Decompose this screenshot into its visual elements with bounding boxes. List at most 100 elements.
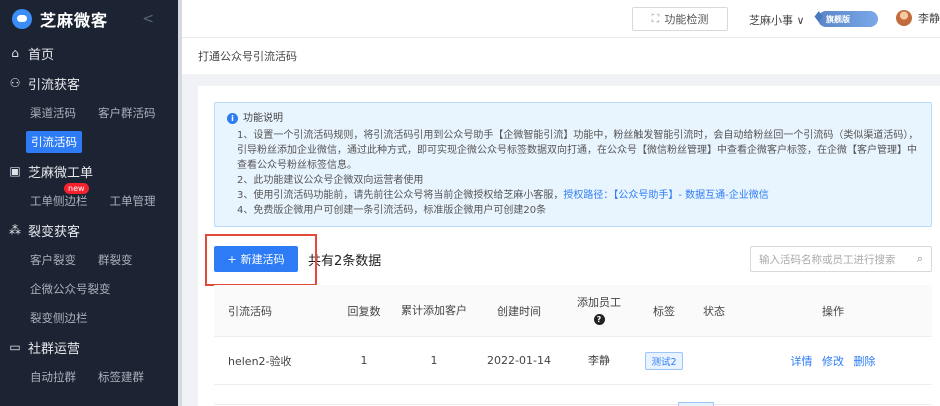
info-icon: i (227, 113, 238, 124)
notice-title: 功能说明 (243, 113, 283, 124)
search-icon[interactable]: ⌕ (917, 252, 923, 266)
menu-item-fission-sidebar[interactable]: 裂变侧边栏 (30, 310, 88, 326)
menu-label: 芝麻微工单 (28, 165, 94, 181)
home-icon: ⌂ (11, 46, 19, 60)
user-name: 李静 (918, 12, 940, 25)
cell-tag: 测试2 (634, 351, 694, 370)
breadcrumb: 打通公众号引流活码 (182, 38, 940, 74)
new-code-button[interactable]: + 新建活码 (214, 246, 298, 272)
col-created: 创建时间 (497, 304, 541, 318)
col-tag: 标签 (653, 304, 675, 318)
col-staff-label: 添加员工 (577, 295, 621, 309)
cell-created: 2022-01-14 (487, 354, 551, 367)
menu-item-ticket-manage[interactable]: 工单管理 (110, 193, 156, 209)
notice-line-2: 2、此功能建议公众号企微双向运营者使用 (237, 175, 424, 186)
menu-item-ticket-sidebar[interactable]: 工单侧边栏 new (30, 182, 89, 209)
menu-item-home[interactable]: ⌂ 首页 (8, 38, 178, 68)
tag-badge: 测试2 (645, 351, 683, 370)
menu-label: 首页 (28, 47, 55, 63)
community-icon: ▭ (9, 340, 21, 354)
menu-head-ticket[interactable]: ▣ 芝麻微工单 (8, 156, 178, 186)
info-notice: i 功能说明 1、设置一个引流活码规则，将引流活码引用到公众号助手【企微智能引流… (214, 102, 932, 227)
cell-replies: 1 (360, 354, 368, 367)
search-input[interactable]: 输入活码名称或员工进行搜索 ⌕ (750, 246, 932, 272)
ticket-icon: ▣ (9, 164, 21, 178)
menu-item-auto-group[interactable]: 自动拉群 (30, 369, 76, 385)
menu-row: 引流活码 (8, 127, 178, 156)
user-icon: ⚇ (9, 76, 21, 90)
menu-item-lead-code[interactable]: 引流活码 (26, 130, 82, 153)
menu-group-ticket: ▣ 芝麻微工单 工单侧边栏 new 工单管理 (0, 156, 178, 215)
logo-text: 芝麻微客 (40, 11, 109, 30)
main-card: i 功能说明 1、设置一个引流活码规则，将引流活码引用到公众号助手【企微智能引流… (198, 86, 940, 406)
org-select[interactable]: 芝麻小事 ∨ (749, 12, 805, 28)
menu-item-channel-code[interactable]: 渠道活码 (30, 105, 76, 121)
fission-icon: ⁂ (9, 223, 21, 237)
logo-icon (12, 9, 32, 29)
menu-item-group-code[interactable]: 客户群活码 (98, 105, 156, 121)
topbar: ⛶ 功能检测 芝麻小事 ∨ 旗舰版 李静 (182, 0, 940, 38)
col-ops: 操作 (822, 304, 844, 318)
menu-item-customer-fission[interactable]: 客户裂变 (30, 252, 76, 268)
col-name: 引流活码 (228, 304, 272, 318)
menu-label: 引流获客 (28, 77, 81, 93)
new-badge: new (64, 182, 89, 194)
table-row (214, 385, 932, 405)
menu-group-community: ▭ 社群运营 自动拉群 标签建群 (0, 332, 178, 391)
col-replies: 回复数 (347, 304, 381, 318)
menu-group-home: ⌂ 首页 (0, 38, 178, 68)
function-detect-button[interactable]: ⛶ 功能检测 (632, 7, 728, 31)
vip-badge: 旗舰版 (812, 8, 878, 27)
sidebar: 芝麻微客 < ⌂ 首页 ⚇ 引流获客 渠道活码 客户群活码 引流活码 ▣ 芝麻微… (0, 0, 178, 406)
avatar (896, 10, 912, 26)
detect-label: 功能检测 (664, 13, 709, 26)
col-added: 累计添加客户 (401, 303, 467, 317)
plus-icon: + (227, 252, 237, 266)
menu-head-lead[interactable]: ⚇ 引流获客 (8, 68, 178, 98)
table-header: 引流活码 回复数 累计添加客户 创建时间 添加员工 ? 标签 状态 操作 (214, 285, 932, 337)
search-placeholder: 输入活码名称或员工进行搜索 (759, 253, 896, 266)
menu-item-official-fission[interactable]: 企微公众号裂变 (30, 281, 111, 297)
auth-path-link[interactable]: 授权路径：【公众号助手】- 数据互通-企业微信 (563, 190, 768, 201)
toolbar: + 新建活码 共有2条数据 输入活码名称或员工进行搜索 ⌕ (205, 234, 932, 286)
delete-link[interactable]: 删除 (854, 355, 876, 368)
menu-row: 企微公众号裂变 (8, 274, 178, 303)
cell-ops: 详情 修改 删除 (734, 353, 932, 369)
question-icon[interactable]: ? (593, 313, 605, 325)
menu-head-fission[interactable]: ⁂ 裂变获客 (8, 215, 178, 245)
menu-item-tag-group[interactable]: 标签建群 (98, 369, 144, 385)
tag-badge (678, 402, 714, 406)
collapse-sidebar-icon[interactable]: < (142, 11, 154, 27)
codes-table: 引流活码 回复数 累计添加客户 创建时间 添加员工 ? 标签 状态 操作 hel… (214, 285, 932, 406)
notice-line-1: 1、设置一个引流活码规则，将引流活码引用到公众号助手【企微智能引流】功能中，粉丝… (237, 130, 919, 171)
menu-label: 裂变获客 (28, 224, 81, 240)
notice-line-4: 4、免费版企微用户可创建一条引流活码，标准版企微用户可创建20条 (237, 205, 547, 216)
cell-staff: 李静 (588, 353, 610, 367)
new-code-label: 新建活码 (240, 253, 285, 266)
page-title: 打通公众号引流活码 (198, 50, 297, 63)
col-staff: 添加员工 ? (564, 295, 634, 327)
notice-line-3: 3、使用引流活码功能前，请先前往公众号将当前企微授权给芝麻小客服，授权路径：【公… (227, 188, 921, 203)
cell-added: 1 (430, 353, 438, 367)
detail-link[interactable]: 详情 (791, 355, 813, 368)
menu-row: 自动拉群 标签建群 (8, 362, 178, 391)
menu-label: 工单侧边栏 (30, 193, 88, 208)
cell-name: helen2-验收 (228, 354, 292, 368)
menu-row: 裂变侧边栏 (8, 303, 178, 332)
col-status: 状态 (703, 304, 725, 318)
menu-row: 渠道活码 客户群活码 (8, 98, 178, 127)
menu-group-fission: ⁂ 裂变获客 客户裂变 群裂变 企微公众号裂变 裂变侧边栏 (0, 215, 178, 332)
menu-head-community[interactable]: ▭ 社群运营 (8, 332, 178, 362)
table-row: helen2-验收 1 1 2022-01-14 李静 测试2 详情 修改 删除 (214, 337, 932, 385)
total-count: 共有2条数据 (308, 253, 382, 269)
menu-group-lead: ⚇ 引流获客 渠道活码 客户群活码 引流活码 (0, 68, 178, 156)
menu-row: 客户裂变 群裂变 (8, 245, 178, 274)
menu-label: 社群运营 (28, 341, 81, 357)
menu-row: 工单侧边栏 new 工单管理 (8, 182, 178, 215)
user-menu[interactable]: 李静 (896, 10, 940, 26)
menu-item-group-fission[interactable]: 群裂变 (98, 252, 133, 268)
logo-bar: 芝麻微客 < (0, 0, 178, 38)
notice-head: i 功能说明 (227, 111, 921, 126)
notice-line-3-text: 3、使用引流活码功能前，请先前往公众号将当前企微授权给芝麻小客服， (237, 190, 564, 201)
edit-link[interactable]: 修改 (822, 355, 844, 368)
